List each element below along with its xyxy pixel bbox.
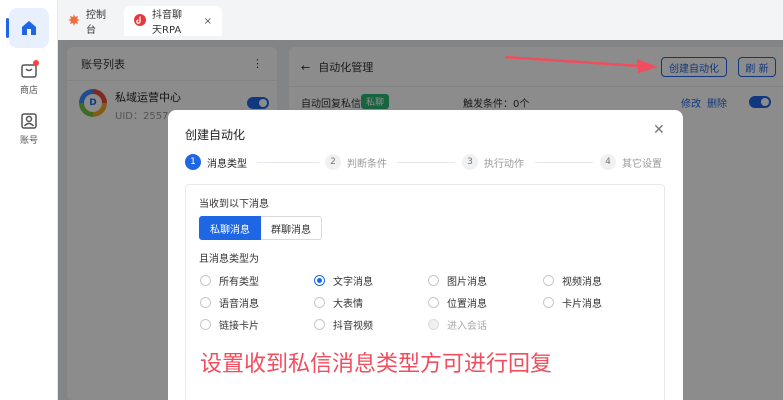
console-icon [68, 13, 80, 29]
radio-label: 链接卡片 [219, 321, 259, 332]
radio-label: 卡片消息 [562, 299, 602, 310]
radio-card-message[interactable]: 卡片消息 [543, 295, 602, 310]
radio-label: 大表情 [333, 299, 363, 310]
chat-type-segment: 私聊消息 群聊消息 [199, 216, 322, 240]
home-icon [9, 8, 49, 48]
step-3-number: 3 [462, 154, 478, 170]
step-2-label: 判断条件 [347, 158, 387, 170]
radio-link-card[interactable]: 链接卡片 [200, 317, 259, 332]
step-4-number: 4 [600, 154, 616, 170]
radio-enter-session: 进入会话 [428, 317, 487, 332]
radio-circle [200, 319, 211, 330]
type-label: 且消息类型为 [199, 254, 259, 265]
shop-icon [20, 60, 39, 80]
rail-home[interactable] [0, 8, 58, 48]
close-icon[interactable]: ✕ [653, 122, 665, 138]
tab-rpa-label: 抖音聊天RPA [152, 10, 182, 36]
receive-label: 当收到以下消息 [199, 199, 269, 210]
rail-shop[interactable]: 商店 [0, 60, 58, 96]
dialog-title: 创建自动化 [185, 128, 246, 142]
radio-label: 抖音视频 [333, 321, 373, 332]
radio-label: 语音消息 [219, 299, 259, 310]
step-connector [535, 162, 593, 163]
radio-voice-message[interactable]: 语音消息 [200, 295, 259, 310]
step-1[interactable]: 1 消息类型 [185, 154, 247, 170]
create-automation-dialog: 创建自动化 ✕ 1 消息类型 2 判断条件 3 执行动作 4 其它设置 当收到以… [168, 110, 683, 400]
radio-location-message[interactable]: 位置消息 [428, 295, 487, 310]
rail-account[interactable]: 账号 [0, 112, 58, 146]
radio-circle [543, 275, 554, 286]
tab-bar: 控制台 抖音聊天RPA × [58, 0, 783, 40]
radio-circle [543, 297, 554, 308]
radio-label: 位置消息 [447, 299, 487, 310]
radio-sticker[interactable]: 大表情 [314, 295, 363, 310]
radio-image-message[interactable]: 图片消息 [428, 273, 487, 288]
radio-label: 视频消息 [562, 277, 602, 288]
tab-rpa[interactable]: 抖音聊天RPA × [124, 6, 222, 36]
radio-text-message[interactable]: 文字消息 [314, 273, 373, 288]
tab-console[interactable]: 控制台 [58, 6, 122, 36]
step-4-label: 其它设置 [622, 158, 662, 170]
radio-all-types[interactable]: 所有类型 [200, 273, 259, 288]
stepper: 1 消息类型 2 判断条件 3 执行动作 4 其它设置 [185, 154, 670, 174]
radio-circle [314, 275, 325, 286]
step-connector [257, 162, 319, 163]
account-icon [20, 112, 38, 130]
radio-circle [428, 319, 439, 330]
step-3[interactable]: 3 执行动作 [462, 154, 524, 170]
message-type-section: 当收到以下消息 私聊消息 群聊消息 且消息类型为 所有类型 文字消息 图片消息 … [185, 184, 665, 400]
radio-circle [314, 319, 325, 330]
radio-label: 所有类型 [219, 277, 259, 288]
group-chat-option[interactable]: 群聊消息 [261, 216, 322, 240]
radio-label: 文字消息 [333, 277, 373, 288]
left-rail: 商店 账号 [0, 0, 58, 400]
step-4[interactable]: 4 其它设置 [600, 154, 662, 170]
radio-circle [428, 297, 439, 308]
annotation-text: 设置收到私信消息类型方可进行回复 [200, 352, 553, 377]
rail-shop-label: 商店 [19, 86, 38, 96]
radio-douyin-video[interactable]: 抖音视频 [314, 317, 373, 332]
radio-circle [200, 297, 211, 308]
radio-label: 进入会话 [447, 321, 487, 332]
radio-video-message[interactable]: 视频消息 [543, 273, 602, 288]
tab-console-label: 控制台 [86, 10, 106, 36]
radio-label: 图片消息 [447, 277, 487, 288]
step-connector [397, 162, 455, 163]
tab-close-icon[interactable]: × [204, 16, 212, 27]
douyin-icon [134, 13, 146, 29]
radio-circle [428, 275, 439, 286]
rail-account-label: 账号 [19, 136, 38, 146]
radio-circle [200, 275, 211, 286]
notification-dot [33, 60, 39, 66]
step-1-label: 消息类型 [207, 158, 247, 170]
private-chat-option[interactable]: 私聊消息 [199, 216, 261, 240]
step-3-label: 执行动作 [484, 158, 524, 170]
step-2[interactable]: 2 判断条件 [325, 154, 387, 170]
step-2-number: 2 [325, 154, 341, 170]
step-1-number: 1 [185, 154, 201, 170]
radio-circle [314, 297, 325, 308]
